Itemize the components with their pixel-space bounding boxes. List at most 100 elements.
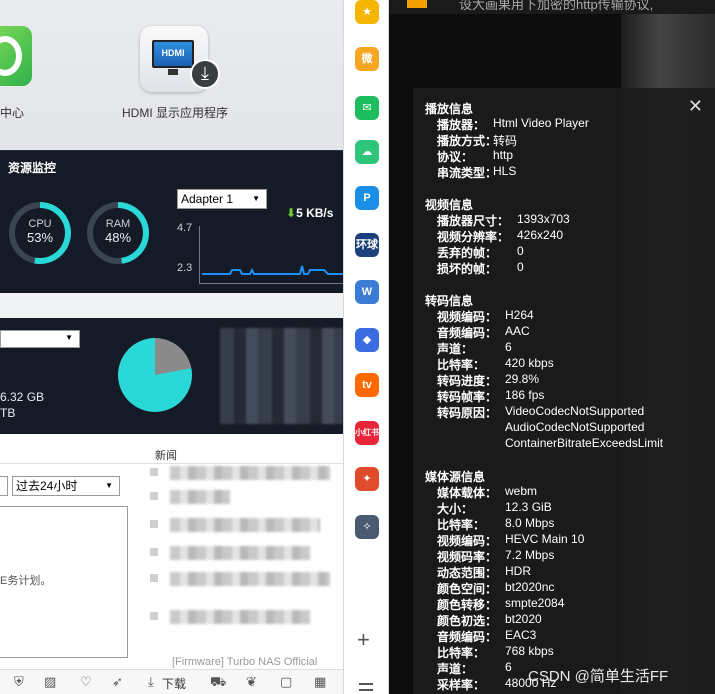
network-chart (199, 226, 343, 284)
news-app-icon[interactable]: 环球 (355, 233, 379, 257)
desktop-app-area: 中心 HDMI ⤓ HDMI 显示应用程序 (0, 0, 343, 150)
stat-row: 丢弃的帧： 0 (437, 244, 524, 260)
menu-icon[interactable] (359, 683, 373, 691)
resource-monitor-widget: 资源监控 CPU 53% RAM 48% Adapter 1 ▼ ⬇5 KB/s… (0, 150, 343, 293)
add-icon[interactable]: + (357, 628, 370, 652)
car-icon[interactable]: ⛟ (210, 674, 226, 690)
stat-key: 颜色初选： (437, 614, 498, 628)
stat-value: 7.2 Mbps (505, 548, 555, 562)
stat-key: 比特率： (437, 646, 486, 660)
stat-value: 8.0 Mbps (505, 516, 555, 530)
cpu-value: 53% (26, 230, 54, 245)
stat-key: 音频编码： (437, 326, 498, 340)
filter-select-left[interactable] (0, 476, 8, 496)
stat-key: 媒体载体： (437, 486, 498, 500)
volume-select[interactable]: ▼ (0, 330, 80, 348)
stat-row: 采样率： 48000 Hz (437, 676, 556, 692)
news-bullet (150, 548, 158, 556)
stat-row: 媒体载体： webm (437, 484, 537, 500)
stat-row: 颜色初选： bt2020 (437, 612, 542, 628)
video-app-icon[interactable]: tv (355, 373, 379, 397)
stat-value: 0 (517, 244, 524, 258)
ram-value: 48% (104, 230, 132, 245)
stat-value: smpte2084 (505, 596, 565, 610)
adapter-select[interactable]: Adapter 1 ▼ (177, 189, 267, 209)
game-icon-3[interactable]: ✧ (355, 515, 379, 539)
redbook-icon[interactable]: 小红书 (355, 421, 379, 445)
stat-key: 颜色空间： (437, 582, 498, 596)
weibo-icon[interactable]: 微 (355, 47, 379, 71)
app-center-icon[interactable] (0, 26, 32, 86)
notice-icon (407, 0, 427, 8)
doc-icon[interactable]: W (355, 280, 379, 304)
p-app-icon[interactable]: P (355, 186, 379, 210)
stat-row: 播放器尺寸： 1393x703 (437, 212, 570, 228)
stat-key: 播放器： (437, 118, 486, 132)
stat-row: 转码帧率： 186 fps (437, 388, 544, 404)
stat-value: HDR (505, 564, 531, 578)
shield-icon[interactable]: ⛨ (14, 674, 24, 690)
section-title: 转码信息 (425, 294, 474, 308)
close-icon[interactable]: ✕ (688, 96, 703, 116)
stat-row: 视频分辨率： 426x240 (437, 228, 563, 244)
window-icon[interactable]: ▢ (280, 674, 292, 690)
chevron-down-icon: ▼ (105, 481, 113, 490)
download-icon[interactable]: ⤓ (148, 674, 154, 690)
stat-value: HEVC Main 10 (505, 532, 585, 546)
game-icon-2[interactable]: ✦ (355, 467, 379, 491)
news-item[interactable] (170, 546, 310, 560)
stat-value: 12.3 GiB (505, 500, 552, 514)
news-bullet (150, 574, 158, 582)
news-item[interactable] (170, 490, 230, 504)
adapter-value: Adapter 1 (181, 192, 234, 206)
player-notice-text: 设大画果用下加密的http传输协议, (459, 0, 654, 12)
grid-icon[interactable]: ▦ (314, 674, 326, 690)
heart-rate-icon[interactable]: ♡ (80, 674, 92, 690)
favorites-star-icon[interactable]: ★ (355, 0, 379, 24)
desktop-taskbar: ⛨ ▨ ♡ ➶ ⤓ 下载 ⛟ ❦ ▢ ▦ (0, 669, 343, 694)
leaf-icon[interactable]: ❦ (246, 674, 257, 690)
hdmi-app-label: HDMI 显示应用程序 (122, 106, 228, 120)
stat-value: 29.8% (505, 372, 540, 386)
stat-row: 视频码率： 7.2 Mbps (437, 548, 554, 564)
network-line (202, 265, 343, 275)
mail-icon[interactable]: ✉ (355, 96, 379, 120)
rocket-icon[interactable]: ➶ (112, 674, 123, 690)
news-item-partial[interactable]: [Firmware] Turbo NAS Official (172, 656, 317, 668)
storage-used: 6.32 GB (0, 390, 45, 404)
stat-value: 1393x703 (517, 212, 570, 226)
download-label[interactable]: 下载 (162, 675, 186, 692)
news-item[interactable] (170, 466, 330, 480)
stat-value: bt2020 (505, 612, 542, 626)
stat-key: 丢弃的帧： (437, 246, 498, 260)
cloud-icon[interactable]: ☁ (355, 140, 379, 164)
news-item[interactable] (170, 572, 330, 586)
news-tab[interactable]: 新闻 (155, 447, 177, 463)
nas-desktop: 中心 HDMI ⤓ HDMI 显示应用程序 资源监控 CPU 53% RAM 4… (0, 0, 343, 694)
game-icon-1[interactable]: ◆ (355, 328, 379, 352)
stat-key: 比特率： (437, 518, 486, 532)
ram-label: RAM (105, 218, 131, 230)
stat-key: 采样率： (437, 678, 486, 692)
news-item[interactable] (170, 518, 320, 532)
news-item[interactable] (170, 610, 310, 624)
stat-key: 转码原因： (437, 406, 498, 420)
ram-gauge: RAM 48% (87, 202, 149, 264)
stat-key: 颜色转移： (437, 598, 498, 612)
stat-key: 视频分辨率： (437, 230, 510, 244)
stat-key: 播放方式： (437, 134, 498, 148)
download-badge-icon: ⤓ (190, 59, 220, 89)
stat-row: 比特率： 8.0 Mbps (437, 516, 554, 532)
news-bullet (150, 492, 158, 500)
image-icon[interactable]: ▨ (44, 674, 56, 690)
app-center-label: 中心 (0, 106, 25, 120)
resource-monitor-title: 资源监控 (8, 161, 57, 175)
period-select[interactable]: 过去24小时 ▼ (12, 476, 120, 496)
task-plan-text: E务计划。 (0, 575, 52, 587)
playback-stats-panel: ✕ 播放信息 播放器： Html Video Player 播放方式： 转码 协议： htt… (413, 88, 715, 694)
stat-value: 420 kbps (505, 356, 554, 370)
stat-value: Html Video Player (493, 116, 589, 130)
section-title: 媒体源信息 (425, 470, 486, 484)
stat-key: 视频码率： (437, 550, 498, 564)
stat-value: H264 (505, 308, 534, 322)
